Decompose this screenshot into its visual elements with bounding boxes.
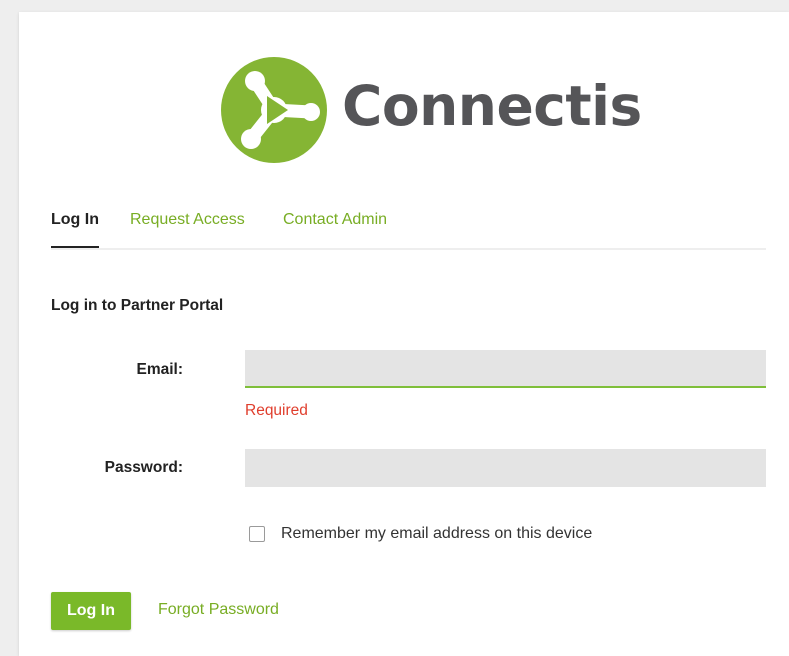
remember-email-option: Remember my email address on this device [249, 524, 592, 544]
remember-email-checkbox[interactable] [249, 526, 265, 542]
email-label: Email: [136, 361, 183, 378]
remember-email-label[interactable]: Remember my email address on this device [281, 525, 592, 543]
tab-contact-admin[interactable]: Contact Admin [283, 210, 387, 246]
brand-name: Connectis [342, 74, 642, 138]
password-label: Password: [104, 459, 183, 476]
connectis-play-icon [221, 57, 327, 163]
password-field[interactable] [245, 449, 766, 487]
tab-request-access[interactable]: Request Access [130, 210, 245, 246]
log-in-button[interactable]: Log In [51, 592, 131, 630]
email-field[interactable] [245, 350, 766, 388]
forgot-password-link[interactable]: Forgot Password [158, 601, 279, 619]
email-error-message: Required [245, 402, 308, 419]
auth-tabs: Log In Request Access Contact Admin [51, 210, 766, 250]
connectis-logo: Connectis [221, 57, 642, 167]
form-title: Log in to Partner Portal [51, 297, 224, 314]
tab-log-in[interactable]: Log In [51, 210, 99, 248]
login-card: Connectis Log In Request Access Contact … [19, 12, 789, 656]
